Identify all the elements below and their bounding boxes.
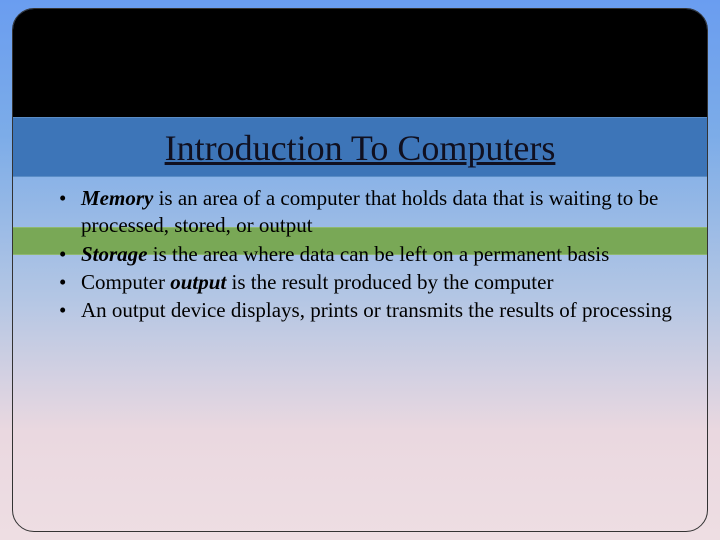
decor-black-band [13,9,707,117]
term: Memory [81,186,153,210]
list-item: Computer output is the result produced b… [51,269,677,296]
term: output [170,270,226,294]
list-item: Storage is the area where data can be le… [51,241,677,268]
text: is the result produced by the computer [226,270,553,294]
text: is the area where data can be left on a … [148,242,610,266]
slide-inner: Introduction To Computers Memory is an a… [12,8,708,532]
slide: Introduction To Computers Memory is an a… [0,0,720,540]
text: Computer [81,270,170,294]
list-item: Memory is an area of a computer that hol… [51,185,677,240]
term: Storage [81,242,148,266]
slide-title: Introduction To Computers [13,127,707,169]
text: An output device displays, prints or tra… [81,298,672,322]
text: is an area of a computer that holds data… [81,186,658,237]
slide-body: Memory is an area of a computer that hol… [51,185,677,325]
bullet-list: Memory is an area of a computer that hol… [51,185,677,324]
list-item: An output device displays, prints or tra… [51,297,677,324]
